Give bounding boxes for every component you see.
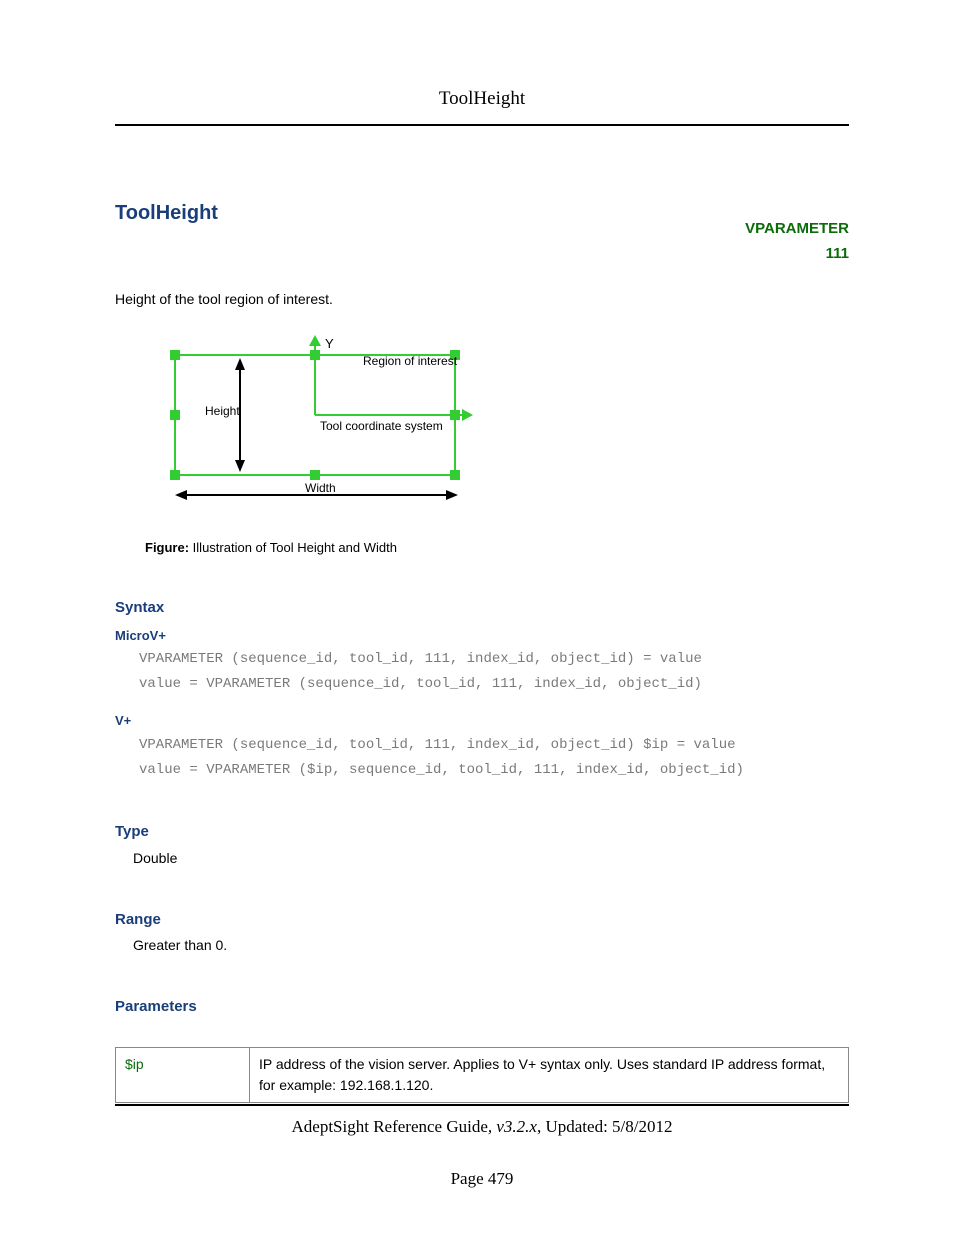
param-name-cell: $ip [116,1047,250,1102]
height-label: Height [205,404,240,418]
range-value: Greater than 0. [133,935,849,956]
tool-height-diagram: Y X Tool coordinate system Region of int… [145,330,475,510]
vplus-code: VPARAMETER (sequence_id, tool_id, 111, i… [139,733,849,783]
page: ToolHeight ToolHeight VPARAMETER 111 Hei… [0,0,954,1235]
param-desc-cell: IP address of the vision server. Applies… [250,1047,849,1102]
footer-line: AdeptSight Reference Guide, v3.2.x, Upda… [115,1114,849,1140]
roi-label: Region of interest [363,354,458,368]
parameters-table: $ip IP address of the vision server. App… [115,1047,849,1103]
figure: Y X Tool coordinate system Region of int… [145,330,849,558]
title-row: ToolHeight VPARAMETER 111 [115,198,849,267]
vparam-number: 111 [826,245,849,262]
range-heading: Range [115,909,849,932]
running-head: ToolHeight [115,85,849,126]
microv-heading: MicroV+ [115,626,849,646]
parameters-heading: Parameters [115,996,849,1019]
syntax-heading: Syntax [115,597,849,620]
y-axis-label: Y [325,336,334,351]
vplus-heading: V+ [115,711,849,731]
footer-rule [115,1104,849,1106]
microv-code: VPARAMETER (sequence_id, tool_id, 111, i… [139,647,849,697]
type-heading: Type [115,821,849,844]
vparam-word: VPARAMETER [745,220,849,237]
width-label: Width [305,481,336,495]
guide-version: , v3.2.x [488,1117,537,1136]
figure-caption-text: Illustration of Tool Height and Width [189,540,397,555]
guide-name: AdeptSight Reference Guide [292,1117,488,1136]
page-title: ToolHeight [115,198,218,228]
tcs-label: Tool coordinate system [320,419,443,433]
figure-caption: Figure: Illustration of Tool Height and … [145,538,849,558]
vparameter-label: VPARAMETER 111 [745,216,849,267]
guide-updated: , Updated: 5/8/2012 [537,1117,673,1136]
description: Height of the tool region of interest. [115,289,849,310]
page-number: Page 479 [115,1166,849,1192]
table-row: $ip IP address of the vision server. App… [116,1047,849,1102]
footer: AdeptSight Reference Guide, v3.2.x, Upda… [115,1104,849,1191]
type-value: Double [133,848,849,869]
figure-caption-bold: Figure: [145,540,189,555]
